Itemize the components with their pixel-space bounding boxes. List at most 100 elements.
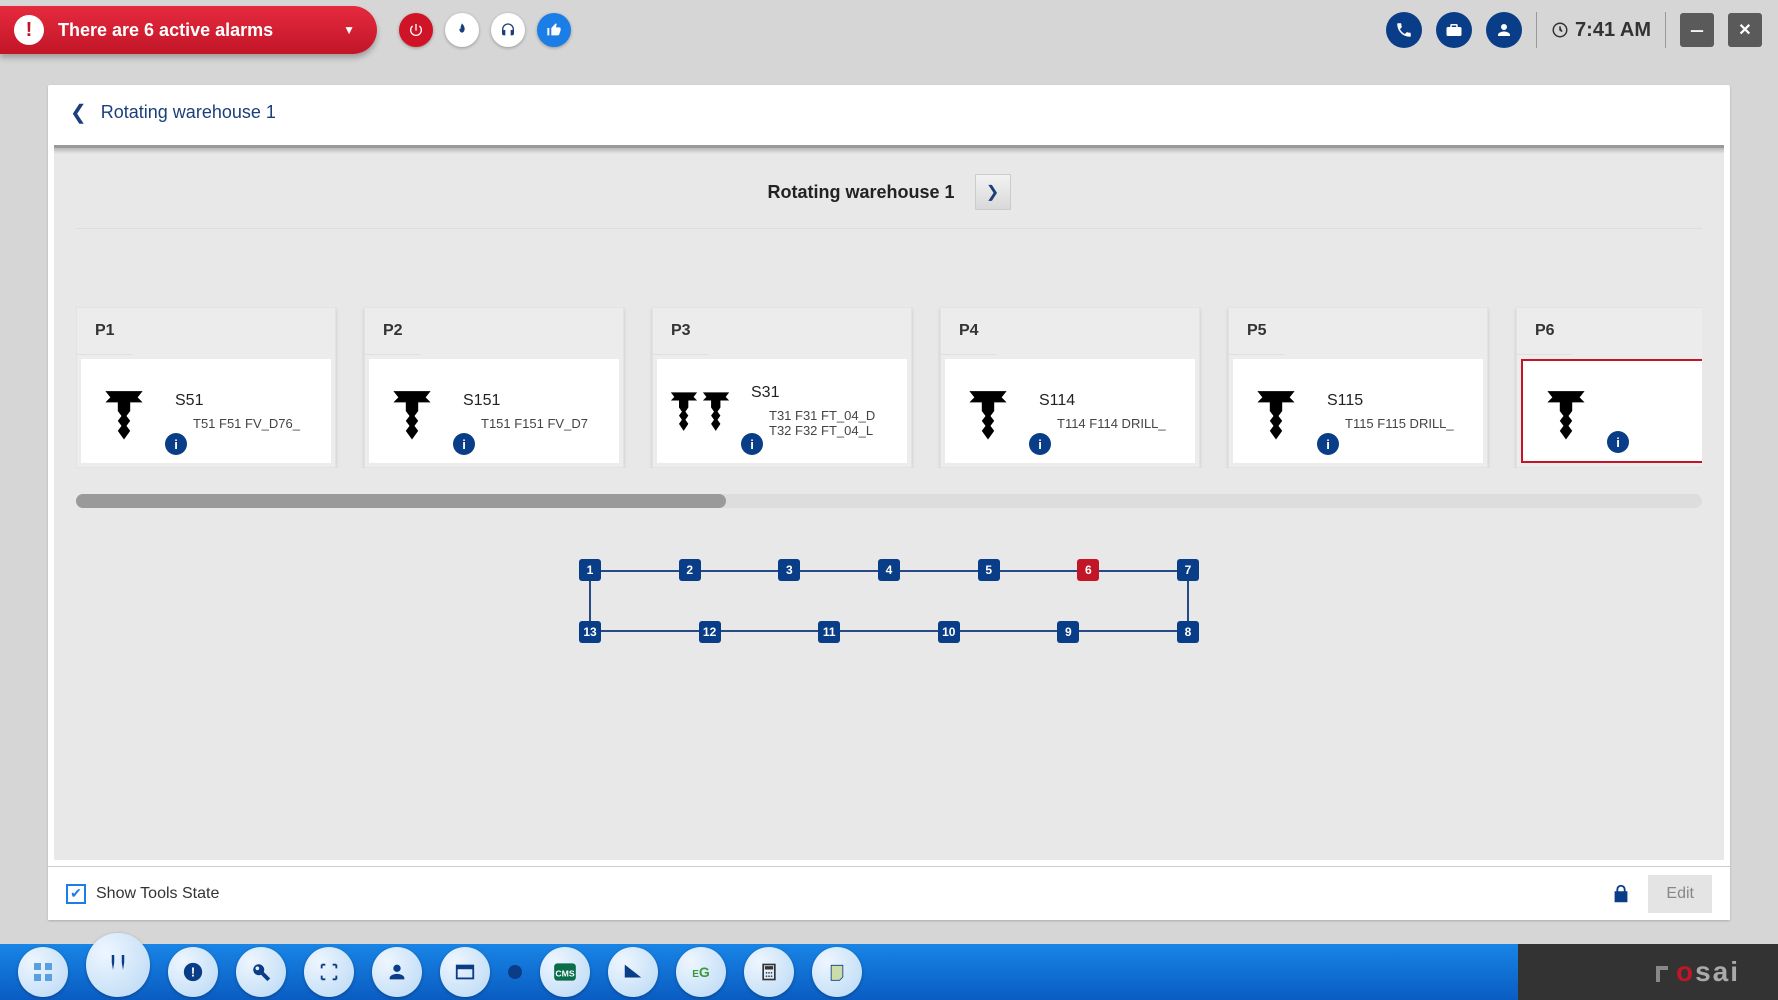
taskbar-window-button[interactable]	[440, 947, 490, 997]
alarm-dropdown[interactable]: ! There are 6 active alarms ▼	[0, 6, 377, 54]
map-node[interactable]: 8	[1177, 621, 1199, 643]
map-node[interactable]: 13	[579, 621, 601, 643]
drill-icon	[1531, 376, 1601, 446]
top-right-cluster: 7:41 AM － ✕	[1386, 0, 1762, 60]
fire-icon	[454, 22, 470, 38]
map-node[interactable]: 3	[778, 559, 800, 581]
power-button[interactable]	[399, 13, 433, 47]
position-body: i S115 T115 F115 DRILL_	[1233, 359, 1483, 463]
taskbar-bounds-button[interactable]	[304, 947, 354, 997]
position-body: i S151 T151 F151 FV_D7	[369, 359, 619, 463]
map-node[interactable]: 9	[1057, 621, 1079, 643]
next-warehouse-button[interactable]: ❯	[975, 174, 1011, 210]
notes-icon	[827, 962, 847, 982]
edit-button[interactable]: Edit	[1648, 875, 1712, 913]
map-node[interactable]: 1	[579, 559, 601, 581]
drill-icon	[665, 376, 735, 446]
top-bar: ! There are 6 active alarms ▼ 7:41 AM	[0, 0, 1778, 60]
info-button[interactable]: i	[1029, 433, 1051, 455]
map-node[interactable]: 4	[878, 559, 900, 581]
position-slot-label: P3	[653, 308, 708, 355]
tool-name: S31	[751, 384, 899, 402]
headset-button[interactable]	[491, 13, 525, 47]
taskbar-notes-button[interactable]	[812, 947, 862, 997]
brand-logo: osai	[1652, 956, 1760, 988]
warehouse-header: Rotating warehouse 1 ❯	[76, 162, 1702, 229]
taskbar-alerts-button[interactable]: !	[168, 947, 218, 997]
tool-line: T32 F32 FT_04_L	[769, 423, 899, 438]
close-button[interactable]: ✕	[1728, 13, 1762, 47]
warehouse-body: Rotating warehouse 1 ❯ P1 i S51 T51 F51 …	[54, 145, 1724, 860]
grid-icon	[31, 960, 55, 984]
thumbs-up-button[interactable]	[537, 13, 571, 47]
map-line	[589, 630, 1189, 632]
position-card[interactable]: P4 i S114 T114 F114 DRILL_	[940, 307, 1200, 468]
checkbox-icon: ✔	[66, 884, 86, 904]
position-card[interactable]: P1 i S51 T51 F51 FV_D76_	[76, 307, 336, 468]
eg-icon: EG	[692, 964, 710, 980]
taskbar-cms-button[interactable]: CMS	[540, 947, 590, 997]
bounds-icon	[318, 961, 340, 983]
show-tools-state-checkbox[interactable]: ✔ Show Tools State	[66, 884, 219, 904]
tool-meta: S31 T31 F31 FT_04_DT32 F32 FT_04_L	[751, 384, 899, 438]
user-button[interactable]	[1486, 12, 1522, 48]
alert-circle-icon: !	[182, 961, 204, 983]
footer-right: Edit	[1610, 875, 1712, 913]
taskbar-tools-button[interactable]	[86, 933, 150, 997]
drill-icon	[1241, 376, 1311, 446]
drill-icon	[377, 376, 447, 446]
taskbar-monitor-button[interactable]	[608, 947, 658, 997]
scrollbar-thumb[interactable]	[76, 494, 726, 508]
taskbar-user-button[interactable]	[372, 947, 422, 997]
clock: 7:41 AM	[1551, 19, 1651, 42]
tool-line: T51 F51 FV_D76_	[193, 416, 323, 431]
taskbar-calculator-button[interactable]	[744, 947, 794, 997]
map-node[interactable]: 11	[818, 621, 840, 643]
position-card[interactable]: P5 i S115 T115 F115 DRILL_	[1228, 307, 1488, 468]
position-slot-label: P5	[1229, 308, 1284, 355]
checkbox-label: Show Tools State	[96, 885, 219, 903]
position-body: i S114 T114 F114 DRILL_	[945, 359, 1195, 463]
tool-meta: S151 T151 F151 FV_D7	[463, 392, 611, 431]
taskbar-wrench-button[interactable]	[236, 947, 286, 997]
info-button[interactable]: i	[1607, 431, 1629, 453]
fire-button[interactable]	[445, 13, 479, 47]
tool-meta: S114 T114 F114 DRILL_	[1039, 392, 1187, 431]
taskbar-eg-button[interactable]: EG	[676, 947, 726, 997]
chevron-down-icon: ▼	[343, 23, 355, 37]
phone-button[interactable]	[1386, 12, 1422, 48]
tool-line: T151 F151 FV_D7	[481, 416, 611, 431]
breadcrumb-title: Rotating warehouse 1	[101, 102, 276, 123]
map-node[interactable]: 12	[699, 621, 721, 643]
taskbar: ! CMS EG osai	[0, 944, 1778, 1000]
main-panel: ❮ Rotating warehouse 1 Rotating warehous…	[48, 85, 1730, 920]
taskbar-apps-button[interactable]	[18, 947, 68, 997]
map-node[interactable]: 2	[679, 559, 701, 581]
position-card[interactable]: P6 i	[1516, 307, 1702, 468]
position-slot-label: P4	[941, 308, 996, 355]
info-button[interactable]: i	[165, 433, 187, 455]
info-button[interactable]: i	[1317, 433, 1339, 455]
wrench-icon	[250, 961, 272, 983]
back-button[interactable]: ❮	[70, 100, 87, 125]
position-card[interactable]: P3 i S31 T31 F31 FT_04_DT32 F32 FT_04_L	[652, 307, 912, 468]
tool-name: S151	[463, 392, 611, 410]
map-node[interactable]: 6	[1077, 559, 1099, 581]
horizontal-scrollbar[interactable]	[76, 494, 1702, 508]
map-node[interactable]: 5	[978, 559, 1000, 581]
tool-line: T114 F114 DRILL_	[1057, 416, 1187, 431]
cms-icon: CMS	[552, 959, 578, 985]
map-node[interactable]: 10	[938, 621, 960, 643]
svg-text:!: !	[191, 965, 195, 980]
toolbox-button[interactable]	[1436, 12, 1472, 48]
clock-icon	[1551, 21, 1569, 39]
minimize-button[interactable]: －	[1680, 13, 1714, 47]
tool-name: S115	[1327, 392, 1475, 410]
info-button[interactable]: i	[741, 433, 763, 455]
info-button[interactable]: i	[453, 433, 475, 455]
map-node[interactable]: 7	[1177, 559, 1199, 581]
position-card[interactable]: P2 i S151 T151 F151 FV_D7	[364, 307, 624, 468]
position-body: i S31 T31 F31 FT_04_DT32 F32 FT_04_L	[657, 359, 907, 463]
position-slot-label: P2	[365, 308, 420, 355]
position-slot-label: P1	[77, 308, 132, 355]
